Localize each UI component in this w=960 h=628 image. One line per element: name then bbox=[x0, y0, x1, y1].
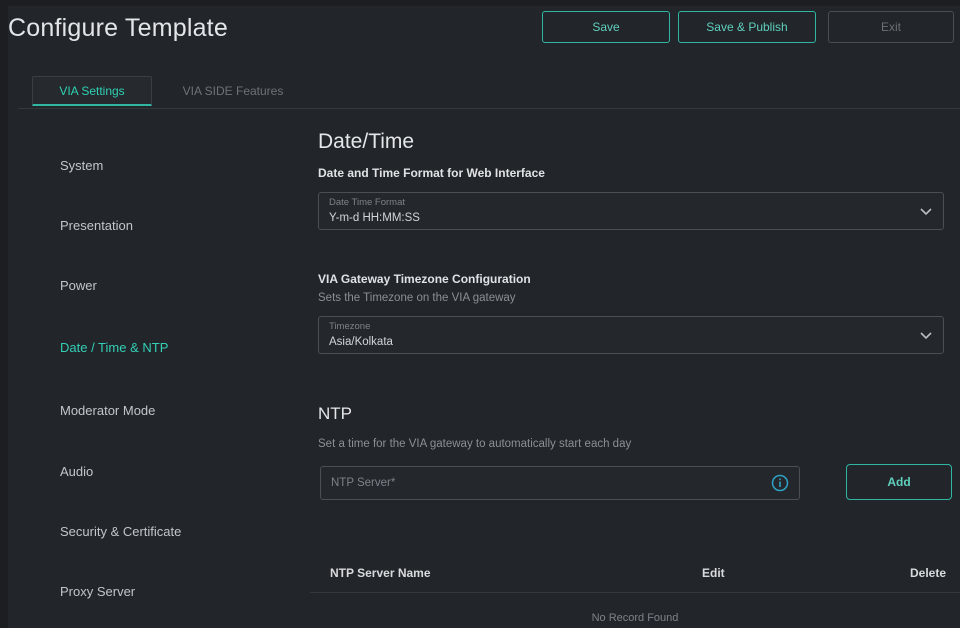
sidebar-item-date-time-ntp[interactable]: Date / Time & NTP bbox=[60, 340, 168, 355]
save-button[interactable]: Save bbox=[542, 11, 670, 43]
page-title: Configure Template bbox=[8, 14, 228, 42]
info-icon[interactable] bbox=[771, 474, 789, 492]
date-time-format-value: Y-m-d HH:MM:SS bbox=[329, 212, 420, 224]
section-title-datetime: Date/Time bbox=[318, 130, 415, 153]
ntp-title: NTP bbox=[318, 404, 352, 423]
ntp-server-field bbox=[320, 466, 800, 500]
timezone-heading: VIA Gateway Timezone Configuration bbox=[318, 272, 531, 286]
tab-bar: VIA Settings VIA SIDE Features bbox=[18, 72, 960, 109]
sidebar-item-presentation[interactable]: Presentation bbox=[60, 218, 133, 233]
exit-button[interactable]: Exit bbox=[828, 11, 954, 43]
ntp-table-header: NTP Server Name Edit Delete bbox=[310, 556, 960, 593]
chevron-down-icon bbox=[920, 208, 932, 216]
tab-via-side-features[interactable]: VIA SIDE Features bbox=[168, 76, 298, 106]
column-edit: Edit bbox=[702, 566, 725, 580]
datetime-settings-panel: Date/Time Date and Time Format for Web I… bbox=[310, 126, 960, 628]
timezone-label: Timezone bbox=[329, 321, 371, 332]
date-time-format-select[interactable]: Date Time Format Y-m-d HH:MM:SS bbox=[318, 192, 944, 230]
sidebar-item-power[interactable]: Power bbox=[60, 278, 97, 293]
empty-table-message: No Record Found bbox=[591, 612, 679, 624]
add-ntp-server-button[interactable]: Add bbox=[846, 464, 952, 500]
date-time-format-label: Date Time Format bbox=[329, 197, 406, 208]
timezone-subtitle: Sets the Timezone on the VIA gateway bbox=[318, 292, 516, 304]
timezone-value: Asia/Kolkata bbox=[329, 336, 393, 348]
timezone-select[interactable]: Timezone Asia/Kolkata bbox=[318, 316, 944, 354]
sidebar-item-security-certificate[interactable]: Security & Certificate bbox=[60, 524, 181, 539]
save-publish-button[interactable]: Save & Publish bbox=[678, 11, 816, 43]
configure-template-window: Configure Template Save Save & Publish E… bbox=[8, 6, 960, 628]
sidebar-item-system[interactable]: System bbox=[60, 158, 103, 173]
ntp-subtitle: Set a time for the VIA gateway to automa… bbox=[318, 438, 632, 450]
format-heading: Date and Time Format for Web Interface bbox=[318, 166, 545, 180]
ntp-server-input[interactable] bbox=[321, 467, 781, 499]
tab-via-settings[interactable]: VIA Settings bbox=[32, 76, 152, 106]
chevron-down-icon bbox=[920, 332, 932, 340]
column-delete: Delete bbox=[910, 566, 947, 580]
sidebar-item-moderator-mode[interactable]: Moderator Mode bbox=[60, 403, 155, 418]
settings-sidebar: System Presentation Power Date / Time & … bbox=[8, 108, 298, 628]
sidebar-item-proxy-server[interactable]: Proxy Server bbox=[60, 584, 135, 599]
sidebar-item-audio[interactable]: Audio bbox=[60, 464, 93, 479]
page-header: Configure Template Save Save & Publish E… bbox=[8, 6, 960, 52]
column-ntp-server-name: NTP Server Name bbox=[330, 566, 431, 580]
